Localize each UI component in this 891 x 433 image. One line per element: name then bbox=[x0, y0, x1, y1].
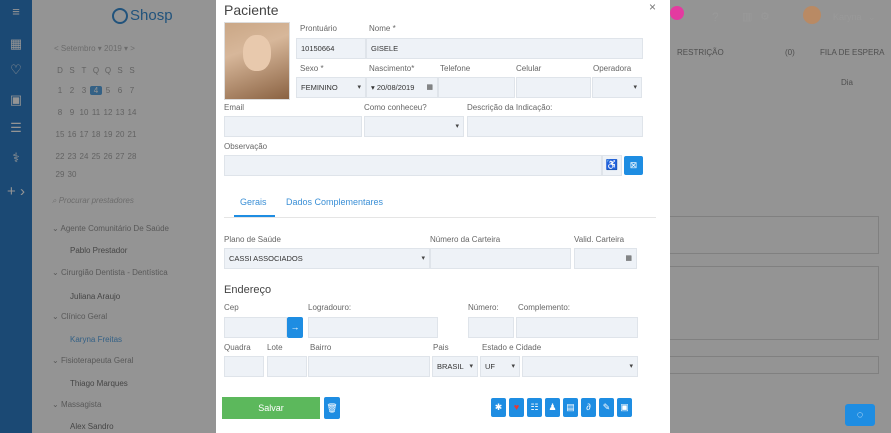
chevron-down-icon: ▾ bbox=[357, 84, 361, 91]
list-icon: ☷ bbox=[530, 402, 539, 412]
lote-label: Lote bbox=[267, 343, 283, 352]
operadora-label: Operadora bbox=[593, 64, 632, 73]
complemento-field[interactable] bbox=[516, 317, 638, 338]
paperclip-icon: ∂ bbox=[586, 402, 591, 412]
numcart-label: Número da Carteira bbox=[430, 235, 501, 244]
patient-modal: Paciente × Prontuário 10150664 Nome * GI… bbox=[216, 0, 670, 433]
calculator-icon: ▤ bbox=[566, 402, 575, 412]
chat-button[interactable]: ◌ bbox=[845, 404, 875, 426]
modal-title: Paciente bbox=[224, 2, 279, 18]
quadra-field[interactable] bbox=[224, 356, 264, 377]
celular-label: Celular bbox=[516, 64, 542, 73]
chat-icon: ◌ bbox=[856, 409, 864, 421]
chevron-down-icon: ▾ bbox=[633, 84, 637, 91]
numero-field[interactable] bbox=[468, 317, 514, 338]
prontuario-field[interactable]: 10150664 bbox=[296, 38, 366, 59]
valid-field[interactable]: ▦ bbox=[574, 248, 637, 269]
prontuario-label: Prontuário bbox=[300, 24, 337, 33]
arrow-right-icon: → bbox=[290, 322, 300, 332]
calendar-icon: ▦ bbox=[625, 255, 632, 262]
email-label: Email bbox=[224, 103, 245, 112]
chevron-down-icon: ▾ bbox=[629, 363, 633, 370]
logradouro-field[interactable] bbox=[308, 317, 438, 338]
help-icon[interactable]: ? bbox=[712, 10, 719, 24]
pais-label: Pais bbox=[433, 343, 449, 352]
close-button[interactable]: × bbox=[649, 0, 656, 14]
user-icon: ♟ bbox=[548, 402, 557, 412]
chevron-down-icon[interactable]: ⌄ bbox=[868, 12, 876, 23]
desc-label: Descrição da Indicação: bbox=[467, 103, 553, 112]
chevron-down-icon: ▾ bbox=[421, 255, 425, 262]
nome-field[interactable]: GISELE bbox=[366, 38, 643, 59]
obs-field[interactable] bbox=[224, 155, 602, 176]
cidade-select[interactable]: ▾ bbox=[522, 356, 638, 377]
plano-select[interactable]: CASSI ASSOCIADOS ▾ bbox=[224, 248, 430, 269]
pais-select[interactable]: BRASIL ▾ bbox=[432, 356, 478, 377]
como-label: Como conheceu? bbox=[364, 103, 427, 112]
close-icon: × bbox=[649, 0, 657, 14]
uf-select[interactable]: UF ▾ bbox=[480, 356, 520, 377]
list-button[interactable]: ☷ bbox=[527, 398, 542, 417]
como-select[interactable]: ▾ bbox=[364, 116, 464, 137]
obs-label: Observação bbox=[224, 142, 268, 151]
quadra-label: Quadra bbox=[224, 343, 251, 352]
complemento-label: Complemento: bbox=[518, 303, 571, 312]
notification-badge[interactable] bbox=[670, 6, 684, 20]
numero-label: Número: bbox=[468, 303, 499, 312]
sexo-label: Sexo * bbox=[300, 64, 324, 73]
valid-label: Valid. Carteira bbox=[574, 235, 625, 244]
nome-label: Nome * bbox=[369, 24, 396, 33]
asterisk-button[interactable]: ✱ bbox=[491, 398, 506, 417]
nascimento-label: Nascimento* bbox=[369, 64, 415, 73]
cep-label: Cep bbox=[224, 303, 239, 312]
calculator-button[interactable]: ▤ bbox=[563, 398, 578, 417]
no-photo-button[interactable]: ⊠ bbox=[624, 156, 643, 175]
email-field[interactable] bbox=[224, 116, 362, 137]
settings-icon[interactable]: ⚙ bbox=[760, 10, 770, 23]
cep-field[interactable] bbox=[224, 317, 287, 338]
delete-button[interactable]: 🗑 bbox=[324, 397, 340, 419]
asterisk-icon: ✱ bbox=[494, 402, 503, 412]
trash-icon: 🗑 bbox=[326, 403, 338, 413]
calendar-icon: ▦ bbox=[426, 84, 433, 91]
nascimento-field[interactable]: ▾ 20/08/2019 ▦ bbox=[366, 77, 438, 98]
desc-field[interactable] bbox=[467, 116, 643, 137]
endereco-title: Endereço bbox=[224, 284, 272, 296]
attach-button[interactable]: ∂ bbox=[581, 398, 596, 417]
logradouro-label: Logradouro: bbox=[308, 303, 352, 312]
celular-field[interactable] bbox=[516, 77, 591, 98]
heart-icon: ♥ bbox=[513, 402, 520, 412]
operadora-select[interactable]: ▾ bbox=[592, 77, 642, 98]
tab-gerais[interactable]: Gerais bbox=[240, 197, 267, 207]
lote-field[interactable] bbox=[267, 356, 307, 377]
tabs-divider bbox=[224, 217, 656, 218]
telefone-field[interactable] bbox=[438, 77, 515, 98]
patient-face bbox=[243, 35, 271, 71]
bairro-field[interactable] bbox=[308, 356, 430, 377]
numcart-field[interactable] bbox=[430, 248, 571, 269]
edit-button[interactable]: ✎ bbox=[599, 398, 614, 417]
plano-label: Plano de Saúde bbox=[224, 235, 281, 244]
bairro-label: Bairro bbox=[310, 343, 332, 352]
cep-search-button[interactable]: → bbox=[287, 317, 303, 338]
user-avatar[interactable] bbox=[803, 6, 821, 24]
user-button[interactable]: ♟ bbox=[545, 398, 560, 417]
save-button[interactable]: Salvar bbox=[222, 397, 320, 419]
chart-icon[interactable]: ▥ bbox=[742, 10, 752, 23]
patient-photo[interactable] bbox=[224, 22, 290, 100]
estado-label: Estado e Cidade bbox=[482, 343, 542, 352]
close-box-icon: ⊠ bbox=[629, 160, 638, 170]
accessibility-icon[interactable]: ♿ bbox=[602, 155, 622, 176]
pencil-icon: ✎ bbox=[602, 402, 611, 412]
document-button[interactable]: ▣ bbox=[617, 398, 632, 417]
sexo-select[interactable]: FEMININO ▾ bbox=[296, 77, 366, 98]
heart-button[interactable]: ♥ bbox=[509, 398, 524, 417]
chevron-down-icon: ▾ bbox=[455, 123, 459, 130]
user-name[interactable]: Karyna bbox=[833, 12, 862, 22]
chevron-down-icon: ▾ bbox=[469, 363, 473, 370]
telefone-label: Telefone bbox=[440, 64, 471, 73]
tab-dados-complementares[interactable]: Dados Complementares bbox=[286, 197, 383, 207]
document-icon: ▣ bbox=[620, 402, 629, 412]
chevron-down-icon: ▾ bbox=[511, 363, 515, 370]
